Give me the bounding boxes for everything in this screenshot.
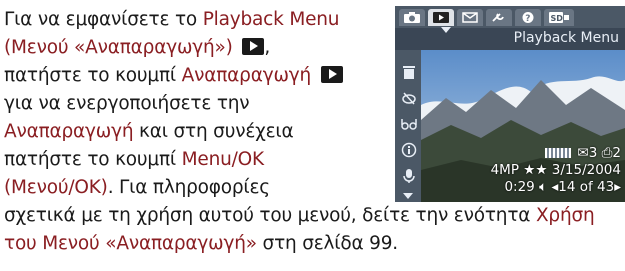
tab-pointer-arrow-icon <box>441 27 451 33</box>
page-ref: στη σελίδα 99. <box>256 233 399 254</box>
intro-line-6: πατήστε το κουμπί Menu/OK <box>4 146 374 174</box>
intro-text-6a: πατήστε το κουμπί <box>4 149 182 170</box>
bottom-paragraph: σχετικά με τη χρήση αυτού του μενού, δεί… <box>4 202 625 258</box>
menu-title: Playback Menu <box>513 30 619 46</box>
intro-text-5b: και στη συνέχεια <box>133 121 294 142</box>
intro-text-3a: πατήστε το κουμπί <box>4 65 182 86</box>
info-icon[interactable] <box>401 142 417 158</box>
share-icon[interactable] <box>457 9 483 26</box>
setup-icon[interactable] <box>486 9 512 26</box>
playback-term: Αναπαραγωγή <box>4 121 134 142</box>
camera-icon[interactable] <box>399 9 425 26</box>
battery-bar-icon <box>545 148 572 158</box>
bottom-text-1a: σχετικά με τη χρήση αυτού του μενού, δεί… <box>4 205 536 226</box>
intro-line-4: για να ενεργοποιήσετε την <box>4 90 374 118</box>
bottom-line-2: του Μενού «Αναπαραγωγή» στη σελίδα 99. <box>4 230 625 258</box>
intro-line-3: πατήστε το κουμπί Αναπαραγωγή <box>4 62 374 90</box>
intro-paragraph: Για να εμφανίσετε το Playback Menu (Μενο… <box>4 6 374 202</box>
playback-sidebar <box>395 50 421 202</box>
remove-red-eye-icon[interactable] <box>401 90 417 106</box>
svg-text:?: ? <box>525 14 530 24</box>
glasses-icon[interactable] <box>401 116 417 132</box>
intro-text-7b: . Για πληροφορίες <box>107 177 270 198</box>
delete-icon[interactable] <box>401 64 417 80</box>
speaker-icon: 🔈︎ <box>539 179 548 195</box>
share-envelope-icon: ✉ <box>577 145 589 161</box>
playback-menu-section-ref: του Μενού «Αναπαραγωγή» <box>4 233 257 254</box>
playback-menu-term: Playback Menu <box>202 9 340 30</box>
image-info-line-3: 0:29 🔈︎ ◂14 of 43▸ <box>504 179 621 196</box>
svg-text:SD: SD <box>551 14 564 23</box>
print-icon: ⎙ <box>601 145 613 161</box>
bottom-line-1: σχετικά με τη χρήση αυτού του μενού, δεί… <box>4 202 625 230</box>
intro-text-4: για να ενεργοποιήσετε την <box>4 93 250 114</box>
sd-card-icon: SD <box>544 9 574 26</box>
menu-tab-bar: ? SD <box>395 6 625 28</box>
camera-screen: ? SD Playback Menu ✉3 ⎙2 4MP ★★ 3/15/200… <box>395 6 625 202</box>
playback-button-icon <box>242 38 265 55</box>
help-icon[interactable]: ? <box>515 9 541 26</box>
image-counter: 14 of 43 <box>558 179 615 195</box>
next-arrow-icon[interactable]: ▸ <box>614 179 621 195</box>
capture-date: 3/15/2004 <box>551 162 621 178</box>
using-term: Χρήση <box>535 205 595 226</box>
print-count: 2 <box>612 145 621 161</box>
playback-menu-greek: (Μενού «Αναπαραγωγή») <box>4 37 233 58</box>
share-count: 3 <box>588 145 598 161</box>
audio-duration: 0:29 <box>504 179 535 195</box>
intro-line-2: (Μενού «Αναπαραγωγή») , <box>4 34 374 62</box>
menu-ok-term: Menu/OK <box>181 149 265 170</box>
playback-button-term: Αναπαραγωγή <box>181 65 312 86</box>
intro-line-5: Αναπαραγωγή και στη συνέχεια <box>4 118 374 146</box>
menu-ok-greek: (Μενού/OK) <box>4 177 108 198</box>
intro-text-1a: Για να εμφανίσετε το <box>4 9 203 30</box>
intro-comma: , <box>264 37 271 58</box>
resolution-rating: 4MP ★★ <box>490 162 548 178</box>
intro-line-1: Για να εμφανίσετε το Playback Menu <box>4 6 374 34</box>
playback-icon[interactable] <box>428 9 454 26</box>
intro-line-7: (Μενού/OK). Για πληροφορίες <box>4 174 374 202</box>
scroll-down-arrow-icon <box>403 193 413 199</box>
image-info-line-1: ✉3 ⎙2 <box>545 145 621 162</box>
playback-button-icon-2 <box>320 66 343 83</box>
image-info-line-2: 4MP ★★ 3/15/2004 <box>491 162 621 179</box>
record-audio-icon[interactable] <box>401 168 417 184</box>
